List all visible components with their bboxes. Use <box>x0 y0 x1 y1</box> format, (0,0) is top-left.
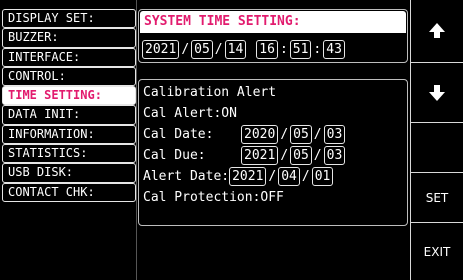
cal-due-day[interactable]: 03 <box>323 145 346 165</box>
alert-date-month[interactable]: 04 <box>278 166 300 186</box>
time-separator: : <box>279 41 288 57</box>
alert-date-day[interactable]: 01 <box>311 166 334 186</box>
down-softkey[interactable] <box>410 62 463 122</box>
menu-item-buzzer[interactable]: BUZZER: <box>2 28 136 48</box>
date-separator: / <box>181 41 190 57</box>
time-separator: : <box>313 41 322 57</box>
menu-item-interface[interactable]: INTERFACE: <box>2 47 136 67</box>
cal-due-month[interactable]: 05 <box>290 145 312 165</box>
cal-date-month[interactable]: 05 <box>290 124 312 144</box>
system-time-title: SYSTEM TIME SETTING: <box>140 11 406 33</box>
softkey-panel: SET EXIT <box>410 0 463 280</box>
date-separator: / <box>268 168 277 184</box>
cal-protection-label: Cal Protection: <box>143 189 261 205</box>
month-field[interactable]: 05 <box>191 39 213 59</box>
cal-date-day[interactable]: 03 <box>323 124 346 144</box>
alert-date-label: Alert Date: <box>143 168 230 184</box>
menu-item-time-setting[interactable]: TIME SETTING: <box>2 86 136 106</box>
system-time-panel: SYSTEM TIME SETTING: 2021 / 05 / 14 16 :… <box>138 9 408 63</box>
calibration-title: Calibration Alert <box>143 84 277 100</box>
hour-field[interactable]: 16 <box>256 39 278 59</box>
up-softkey[interactable] <box>410 0 463 62</box>
menu-item-contact-chk[interactable]: CONTACT CHK: <box>2 182 136 202</box>
alert-date-year[interactable]: 2021 <box>229 166 267 186</box>
date-separator: / <box>301 168 310 184</box>
left-divider <box>136 0 137 280</box>
second-field[interactable]: 43 <box>323 39 345 59</box>
date-separator: / <box>214 41 223 57</box>
menu-item-usb-disk[interactable]: USB DISK: <box>2 163 136 183</box>
set-softkey[interactable]: SET <box>410 172 463 222</box>
cal-due-row: Cal Due: 2021 / 05 / 03 <box>143 145 346 165</box>
cal-date-row: Cal Date: 2020 / 05 / 03 <box>143 124 346 144</box>
blank-softkey-1[interactable] <box>410 122 463 172</box>
date-separator: / <box>280 126 289 142</box>
cal-alert-value[interactable]: ON <box>221 106 237 121</box>
menu-item-control[interactable]: CONTROL: <box>2 66 136 87</box>
date-separator: / <box>313 147 322 163</box>
exit-softkey[interactable]: EXIT <box>410 222 463 280</box>
menu-item-statistics[interactable]: STATISTICS: <box>2 144 136 164</box>
cal-due-year[interactable]: 2021 <box>241 145 279 165</box>
date-separator: / <box>280 147 289 163</box>
cal-protection-value[interactable]: OFF <box>260 190 283 205</box>
cal-due-label: Cal Due: <box>143 147 206 163</box>
arrow-up-icon <box>429 22 445 38</box>
exit-label: EXIT <box>423 244 451 259</box>
cal-protection-row: Cal Protection: OFF <box>143 187 284 207</box>
minute-field[interactable]: 51 <box>289 39 312 59</box>
menu-item-data-init[interactable]: DATA INIT: <box>2 105 136 125</box>
system-time-row: 2021 / 05 / 14 16 : 51 : 43 <box>142 39 345 59</box>
set-label: SET <box>425 190 449 205</box>
alert-date-row: Alert Date: 2021 / 04 / 01 <box>143 166 334 186</box>
settings-menu: DISPLAY SET: BUZZER: INTERFACE: CONTROL:… <box>2 9 136 202</box>
menu-item-display-set[interactable]: DISPLAY SET: <box>2 9 136 29</box>
cal-date-label: Cal Date: <box>143 126 214 142</box>
year-field[interactable]: 2021 <box>142 39 180 59</box>
cal-date-year[interactable]: 2020 <box>241 124 279 144</box>
arrow-down-icon <box>429 85 445 101</box>
cal-alert-row: Cal Alert: ON <box>143 103 237 123</box>
cal-alert-label: Cal Alert: <box>143 105 222 121</box>
date-separator: / <box>313 126 322 142</box>
calibration-panel: Calibration Alert Cal Alert: ON Cal Date… <box>138 79 408 226</box>
menu-item-information[interactable]: INFORMATION: <box>2 124 136 145</box>
day-field[interactable]: 14 <box>224 39 247 59</box>
